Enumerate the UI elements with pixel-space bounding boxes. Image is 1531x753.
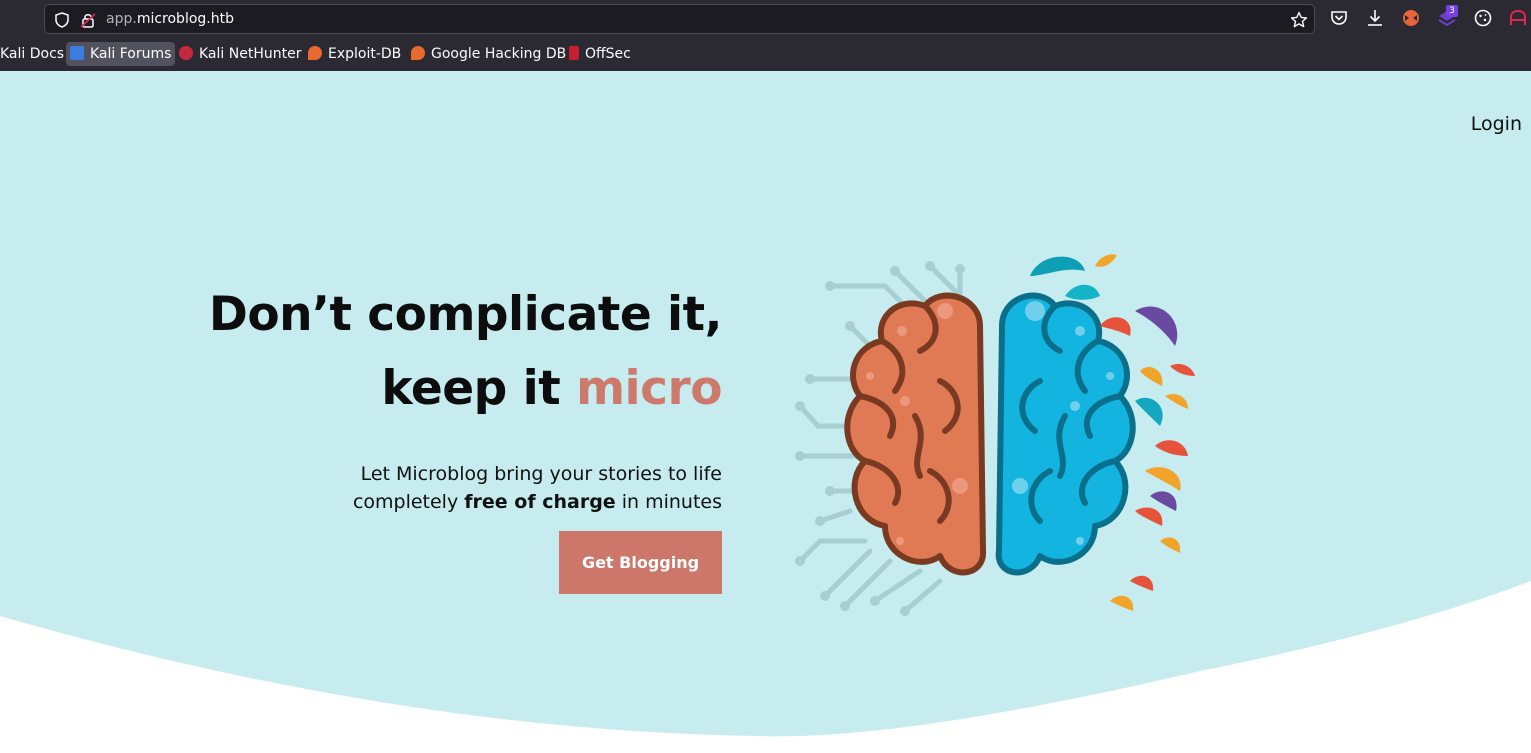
url-text[interactable]: app.microblog.htb bbox=[106, 11, 234, 27]
bookmark-google-hacking-db[interactable]: Google Hacking DB bbox=[411, 42, 566, 66]
shield-icon[interactable] bbox=[53, 11, 71, 29]
cookie-icon[interactable] bbox=[1472, 7, 1494, 29]
bookmark-offsec[interactable]: OffSec bbox=[569, 42, 631, 66]
exploit-db-icon bbox=[308, 46, 322, 60]
bookmark-star-icon[interactable] bbox=[1290, 11, 1308, 29]
offsec-icon bbox=[569, 46, 579, 60]
bookmarks-toolbar: Kali Docs Kali Forums Kali NetHunter Exp… bbox=[0, 40, 1531, 68]
url-domain: microblog.htb bbox=[136, 11, 234, 27]
hero-headline-line2: keep it micro bbox=[381, 361, 722, 416]
bookmark-kali-forums[interactable]: Kali Forums bbox=[66, 42, 176, 66]
page-content: Login Don’t complicate it, keep it micro… bbox=[0, 71, 1531, 753]
pocket-icon[interactable] bbox=[1328, 7, 1350, 29]
brain-illustration bbox=[795, 254, 1195, 616]
address-bar[interactable]: app.microblog.htb bbox=[44, 4, 1315, 34]
kali-nethunter-icon bbox=[179, 46, 193, 60]
hero-headline-line1: Don’t complicate it, bbox=[208, 287, 723, 342]
hero-subtitle: Let Microblog bring your stories to life… bbox=[352, 463, 722, 513]
lock-warning-icon[interactable] bbox=[79, 11, 97, 29]
bookmark-kali-docs[interactable]: Kali Docs bbox=[0, 42, 64, 66]
downloads-icon[interactable] bbox=[1364, 7, 1386, 29]
bookmark-exploit-db[interactable]: Exploit-DB bbox=[308, 42, 401, 66]
ghdb-icon bbox=[411, 46, 425, 60]
hero-text: Don’t complicate it, keep it micro Let M… bbox=[122, 278, 723, 516]
foxyproxy-icon[interactable] bbox=[1400, 7, 1422, 29]
browser-chrome: app.microblog.htb 3 Kali Docs Kali Forum… bbox=[0, 0, 1531, 71]
extension-badge-count: 3 bbox=[1446, 5, 1458, 17]
url-subdomain: app. bbox=[106, 11, 137, 27]
kali-forums-icon bbox=[70, 46, 84, 60]
get-blogging-button[interactable]: Get Blogging bbox=[559, 531, 722, 594]
extension-red-icon[interactable] bbox=[1507, 7, 1529, 29]
bookmark-kali-nethunter[interactable]: Kali NetHunter bbox=[179, 42, 301, 66]
login-link[interactable]: Login bbox=[1471, 113, 1522, 135]
hero-accent-word: micro bbox=[576, 361, 722, 416]
